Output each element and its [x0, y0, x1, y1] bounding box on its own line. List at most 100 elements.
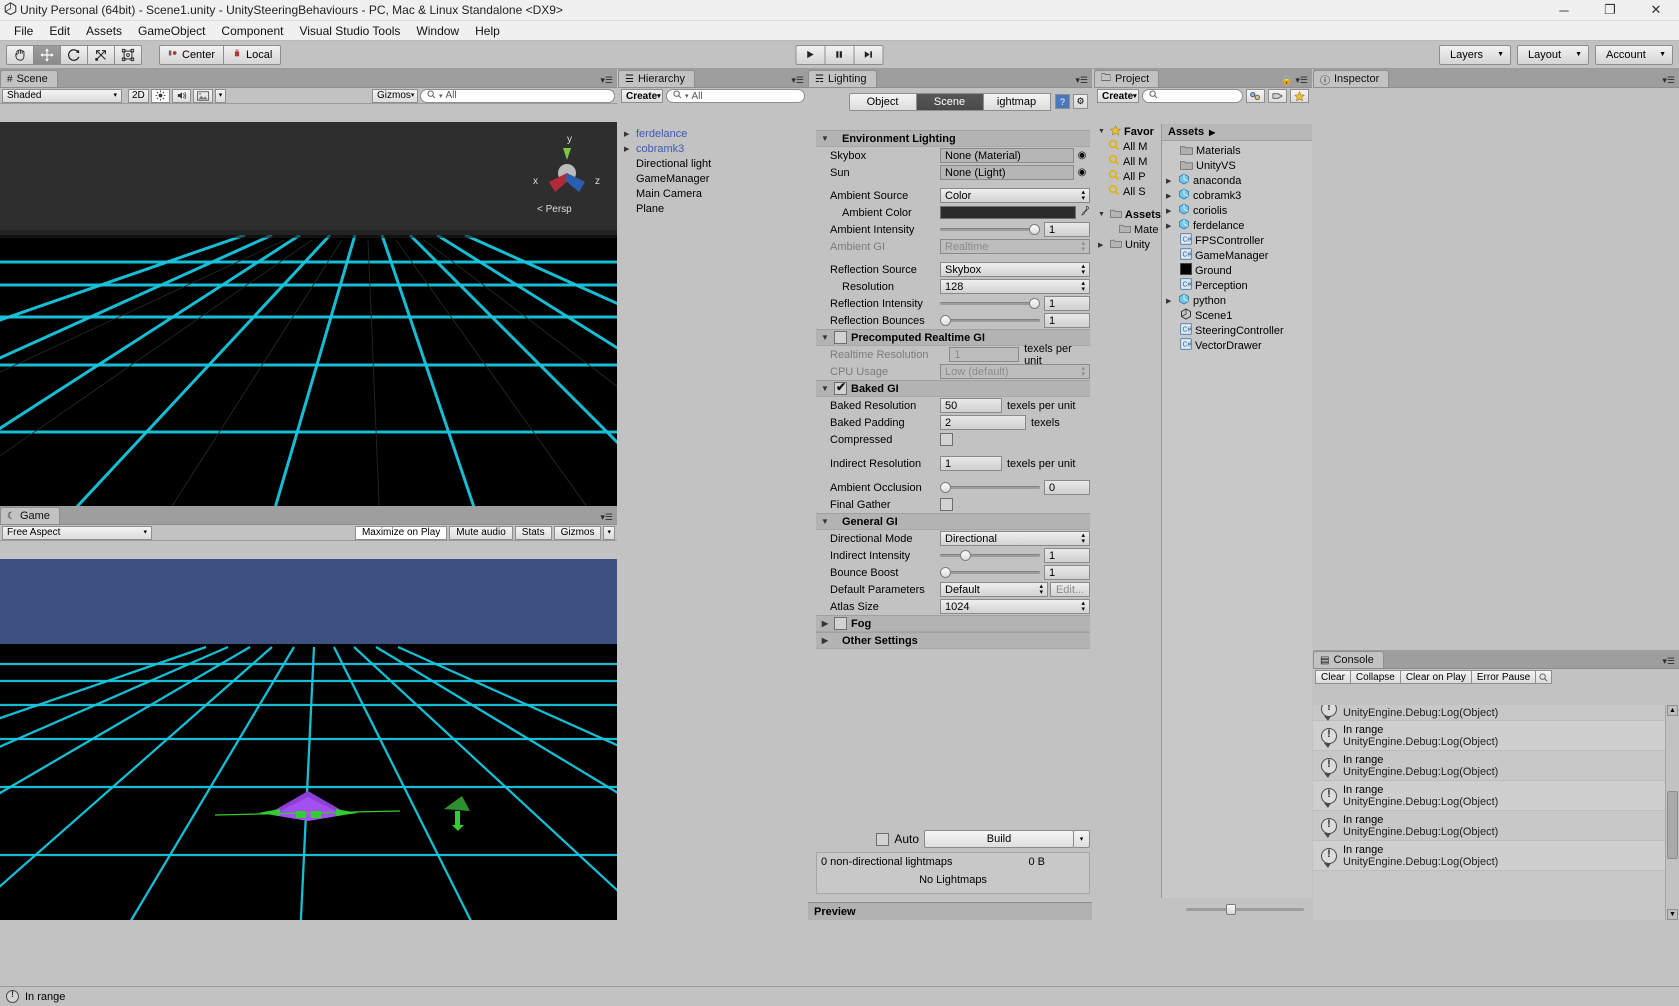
ambient-intensity-field[interactable]: 1	[1044, 222, 1090, 237]
default-parameters-dropdown[interactable]: Default ▴ ▾	[940, 582, 1048, 597]
auto-checkbox[interactable]	[876, 832, 890, 846]
project-file-row[interactable]: Ground	[1162, 263, 1312, 278]
console-collapse-button[interactable]: Collapse	[1349, 670, 1401, 684]
project-file-row[interactable]: C# FPSController	[1162, 233, 1312, 248]
scene-lighting-toggle[interactable]	[150, 88, 170, 103]
console-entry[interactable]: In range UnityEngine.Debug:Log(Object)	[1313, 751, 1665, 781]
project-file-row[interactable]: C# SteeringController	[1162, 323, 1312, 338]
eyedropper-icon[interactable]	[1076, 205, 1090, 220]
menu-help[interactable]: Help	[467, 22, 508, 40]
bounce-boost-slider[interactable]	[940, 565, 1040, 580]
project-favorite-item[interactable]: All M	[1094, 154, 1161, 169]
menu-assets[interactable]: Assets	[78, 22, 130, 40]
edit-parameters-button[interactable]: Edit...	[1050, 582, 1090, 597]
console-filter-dropdown[interactable]	[1535, 670, 1553, 684]
console-clear-on-play-button[interactable]: Clear on Play	[1399, 670, 1472, 684]
precomputed-gi-checkbox[interactable]	[834, 331, 847, 344]
scene-audio-toggle[interactable]	[171, 88, 191, 103]
section-general-gi[interactable]: ▼ General GI	[816, 513, 1090, 530]
console-error-pause-button[interactable]: Error Pause	[1470, 670, 1537, 684]
project-search-input[interactable]	[1142, 89, 1243, 103]
hierarchy-create-button[interactable]: Create ▾	[621, 89, 663, 103]
scene-viewport[interactable]: y x z < Persp	[0, 122, 617, 506]
stats-button[interactable]: Stats	[514, 525, 552, 540]
fog-checkbox[interactable]	[834, 617, 847, 630]
step-button[interactable]	[853, 44, 883, 65]
tab-scene[interactable]: # Scene	[0, 70, 58, 87]
game-panel-options[interactable]: ▾☰	[600, 512, 617, 524]
triangle-right-icon[interactable]: ▶	[1166, 177, 1175, 185]
bounce-boost-field[interactable]: 1	[1044, 565, 1090, 580]
hierarchy-item-main-camera[interactable]: Main Camera	[618, 186, 808, 201]
scale-tool-button[interactable]	[87, 44, 115, 65]
console-scrollbar[interactable]: ▲ ▼	[1665, 705, 1679, 920]
hand-tool-button[interactable]	[6, 44, 34, 65]
hierarchy-search-input[interactable]: ▾ All	[666, 89, 805, 103]
ambient-occlusion-slider[interactable]	[940, 480, 1040, 495]
pivot-mode-button[interactable]: Center	[159, 44, 225, 65]
layout-dropdown[interactable]: Layout ▼	[1517, 44, 1589, 65]
project-file-row[interactable]: ▶ ferdelance	[1162, 218, 1312, 233]
mute-audio-button[interactable]: Mute audio	[449, 525, 513, 540]
project-zoom-knob[interactable]	[1226, 903, 1236, 915]
sun-field[interactable]: None (Light)	[940, 165, 1074, 180]
triangle-right-icon[interactable]: ▶	[1166, 222, 1175, 230]
hierarchy-panel-options[interactable]: ▾☰	[791, 75, 808, 87]
game-gizmos-button[interactable]: Gizmos	[553, 525, 602, 540]
project-file-row[interactable]: C# GameManager	[1162, 248, 1312, 263]
rotate-tool-button[interactable]	[60, 44, 88, 65]
menu-visual-studio-tools[interactable]: Visual Studio Tools	[291, 22, 408, 40]
baked-padding-field[interactable]: 2	[940, 415, 1026, 430]
reflection-bounces-field[interactable]: 1	[1044, 313, 1090, 328]
hierarchy-item-ferdelance[interactable]: ▶ ferdelance	[618, 126, 808, 141]
maximize-button[interactable]: ❐	[1587, 0, 1633, 21]
baked-resolution-field[interactable]: 50	[940, 398, 1002, 413]
tab-game[interactable]: ☾ Game	[0, 507, 60, 524]
console-entry[interactable]: In range UnityEngine.Debug:Log(Object)	[1313, 781, 1665, 811]
project-file-row[interactable]: C# VectorDrawer	[1162, 338, 1312, 353]
space-mode-button[interactable]: Local	[223, 44, 282, 65]
section-other-settings[interactable]: ▶ Other Settings	[816, 632, 1090, 649]
indirect-resolution-field[interactable]: 1	[940, 456, 1002, 471]
project-favorite-item[interactable]: All P	[1094, 169, 1161, 184]
triangle-right-icon[interactable]: ▶	[1098, 241, 1107, 249]
project-tree-child[interactable]: Mate	[1094, 222, 1161, 237]
maximize-on-play-button[interactable]: Maximize on Play	[354, 525, 448, 540]
ambient-color-swatch[interactable]	[940, 206, 1076, 219]
tab-hierarchy[interactable]: ☰ Hierarchy	[618, 70, 696, 87]
menu-file[interactable]: File	[6, 22, 41, 40]
project-favorite-item[interactable]: All M	[1094, 139, 1161, 154]
scene-panel-options[interactable]: ▾☰	[600, 75, 617, 87]
inspector-panel-options[interactable]: ▾☰	[1662, 75, 1679, 87]
hierarchy-item-plane[interactable]: Plane	[618, 201, 808, 216]
lighting-tab-object[interactable]: Object	[848, 92, 917, 111]
project-favorite-icon[interactable]	[1290, 89, 1309, 103]
console-entry[interactable]: In range UnityEngine.Debug:Log(Object)	[1313, 841, 1665, 871]
project-file-row[interactable]: C# Perception	[1162, 278, 1312, 293]
menu-component[interactable]: Component	[213, 22, 291, 40]
reflection-source-dropdown[interactable]: Skybox ▴ ▾	[940, 262, 1090, 277]
indirect-intensity-slider[interactable]	[940, 548, 1040, 563]
minimize-button[interactable]: ─	[1541, 0, 1587, 21]
game-viewport[interactable]	[0, 559, 617, 920]
scene-effects-toggle[interactable]	[192, 88, 213, 103]
scene-effects-dropdown[interactable]: ▾	[214, 88, 227, 103]
reflection-intensity-field[interactable]: 1	[1044, 296, 1090, 311]
project-favorites-root[interactable]: ▼ Favor	[1094, 124, 1161, 139]
lock-icon[interactable]: 🔓	[1281, 75, 1292, 86]
project-filter-by-label-icon[interactable]	[1268, 89, 1287, 103]
build-dropdown-caret[interactable]: ▾	[1074, 830, 1090, 848]
triangle-right-icon[interactable]: ▶	[1166, 207, 1175, 215]
gear-icon[interactable]: ⚙	[1073, 94, 1088, 109]
triangle-down-icon[interactable]: ▼	[820, 517, 830, 526]
project-file-row[interactable]: ▶ python	[1162, 293, 1312, 308]
status-bar[interactable]: In range	[0, 986, 1679, 1006]
tab-project[interactable]: 🗀 Project	[1094, 70, 1160, 87]
baked-gi-checkbox[interactable]	[834, 380, 847, 395]
console-entry[interactable]: In range UnityEngine.Debug:Log(Object)	[1313, 811, 1665, 841]
build-button[interactable]: Build	[924, 830, 1074, 848]
tab-console[interactable]: ▤ Console	[1313, 651, 1384, 668]
console-panel-options[interactable]: ▾☰	[1662, 656, 1679, 668]
project-file-row[interactable]: ▶ coriolis	[1162, 203, 1312, 218]
project-tree-child[interactable]: ▶ Unity	[1094, 237, 1161, 252]
